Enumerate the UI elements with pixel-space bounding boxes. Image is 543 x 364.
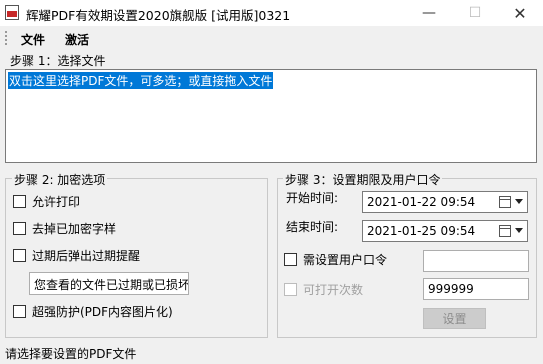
- strong-protection-checkbox[interactable]: 超强防护(PDF内容图片化): [13, 303, 173, 320]
- expired-message-input[interactable]: 您查看的文件已过期或已损坏: [29, 272, 189, 295]
- open-count-checkbox[interactable]: 可打开次数: [284, 281, 363, 298]
- password-input[interactable]: [423, 250, 529, 272]
- end-time-label: 结束时间:: [286, 220, 339, 234]
- strong-protection-label: 超强防护(PDF内容图片化): [32, 305, 173, 319]
- title-bar: 辉耀PDF有效期设置2020旗舰版 [试用版]0321 — ☐ ✕: [0, 0, 543, 26]
- step2-title: 步骤 2: 加密选项: [12, 171, 108, 188]
- pdf-app-icon: [5, 5, 19, 20]
- menu-grip-icon: [5, 31, 8, 45]
- menu-activate[interactable]: 激活: [65, 31, 89, 48]
- file-drop-text: 双击这里选择PDF文件，可多选；或直接拖入文件: [8, 72, 274, 89]
- checkbox-icon: [13, 195, 26, 208]
- open-count-input[interactable]: 999999: [423, 278, 529, 300]
- chevron-down-icon[interactable]: [515, 228, 523, 233]
- checkbox-icon: [284, 283, 297, 296]
- end-time-value: 2021-01-25 09:54: [367, 224, 476, 238]
- menu-file[interactable]: 文件: [21, 31, 45, 48]
- set-button[interactable]: 设置: [423, 308, 486, 329]
- checkbox-icon: [13, 222, 26, 235]
- user-password-label: 需设置用户口令: [303, 253, 388, 267]
- open-count-label: 可打开次数: [303, 283, 364, 297]
- status-bar: 请选择要设置的PDF文件: [0, 342, 543, 364]
- checkbox-icon: [284, 253, 297, 266]
- end-time-picker[interactable]: 2021-01-25 09:54: [362, 220, 528, 242]
- checkbox-icon: [13, 305, 26, 318]
- expiry-popup-label: 过期后弹出过期提醒: [32, 249, 141, 263]
- start-time-value: 2021-01-22 09:54: [367, 195, 476, 209]
- window-title: 辉耀PDF有效期设置2020旗舰版 [试用版]0321: [26, 8, 291, 23]
- step3-title: 步骤 3：设置期限及用户口令: [283, 171, 443, 188]
- start-time-label: 开始时间:: [286, 191, 339, 205]
- chevron-down-icon[interactable]: [515, 199, 523, 204]
- minimize-button[interactable]: —: [406, 0, 452, 26]
- start-time-picker[interactable]: 2021-01-22 09:54: [362, 191, 528, 213]
- calendar-icon[interactable]: [499, 196, 511, 208]
- maximize-button[interactable]: ☐: [452, 0, 498, 26]
- step1-label: 步骤 1：选择文件: [10, 54, 106, 68]
- remove-encrypt-text-checkbox[interactable]: 去掉已加密字样: [13, 220, 116, 237]
- checkbox-icon: [13, 249, 26, 262]
- user-password-checkbox[interactable]: 需设置用户口令: [284, 251, 387, 268]
- allow-print-checkbox[interactable]: 允许打印: [13, 193, 80, 210]
- allow-print-label: 允许打印: [32, 195, 81, 209]
- menu-bar: 文件 激活: [0, 26, 543, 50]
- calendar-icon[interactable]: [499, 225, 511, 237]
- file-drop-area[interactable]: 双击这里选择PDF文件，可多选；或直接拖入文件: [5, 69, 537, 163]
- status-text: 请选择要设置的PDF文件: [5, 347, 137, 361]
- remove-encrypt-text-label: 去掉已加密字样: [32, 222, 117, 236]
- close-button[interactable]: ✕: [497, 0, 543, 26]
- expiry-popup-checkbox[interactable]: 过期后弹出过期提醒: [13, 247, 140, 264]
